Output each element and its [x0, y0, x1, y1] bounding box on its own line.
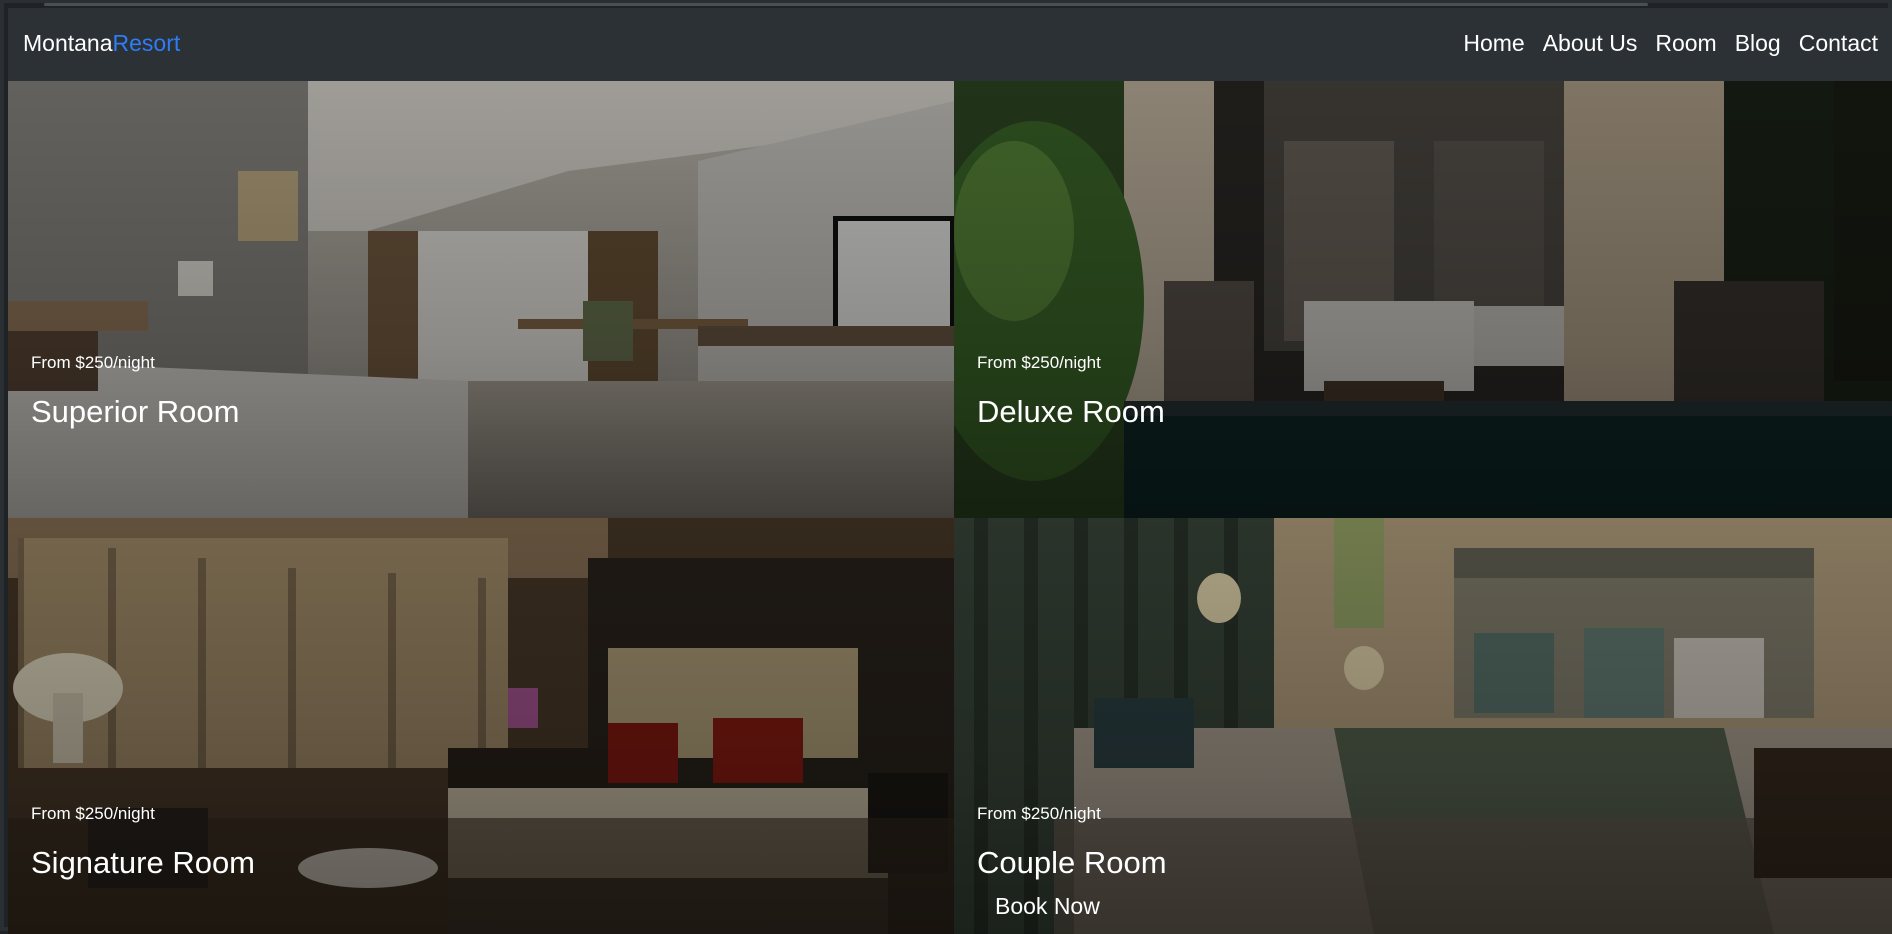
room-card-deluxe[interactable]: From $250/night Deluxe Room — [954, 81, 1892, 518]
brand-logo[interactable]: MontanaResort — [23, 30, 180, 57]
nav-home[interactable]: Home — [1463, 30, 1524, 57]
main-nav: Home About Us Room Blog Contact — [1463, 30, 1878, 57]
room-title[interactable]: Superior Room — [31, 394, 239, 430]
window-edge — [44, 3, 1648, 6]
nav-contact[interactable]: Contact — [1799, 30, 1878, 57]
book-now-button[interactable]: Book Now — [995, 893, 1100, 920]
photo-overlay — [8, 81, 954, 518]
photo-overlay — [954, 81, 1892, 518]
nav-room[interactable]: Room — [1655, 30, 1716, 57]
rooms-grid: From $250/night Superior Room From $250/… — [8, 81, 1892, 934]
nav-blog[interactable]: Blog — [1735, 30, 1781, 57]
brand-main: Montana — [23, 30, 113, 56]
room-card-signature[interactable]: From $250/night Signature Room — [8, 518, 954, 934]
brand-accent: Resort — [112, 30, 181, 56]
room-price: From $250/night — [31, 353, 155, 372]
room-card-couple[interactable]: From $250/night Couple Room Book Now — [954, 518, 1892, 934]
room-title[interactable]: Couple Room — [977, 845, 1167, 881]
nav-about-us[interactable]: About Us — [1543, 30, 1638, 57]
browser-frame: MontanaResort Home About Us Room Blog Co… — [0, 0, 1892, 934]
room-price: From $250/night — [977, 353, 1101, 372]
room-price: From $250/night — [977, 804, 1101, 823]
room-title[interactable]: Deluxe Room — [977, 394, 1165, 430]
room-price: From $250/night — [31, 804, 155, 823]
room-title[interactable]: Signature Room — [31, 845, 255, 881]
room-card-superior[interactable]: From $250/night Superior Room — [8, 81, 954, 518]
navbar: MontanaResort Home About Us Room Blog Co… — [8, 8, 1892, 81]
